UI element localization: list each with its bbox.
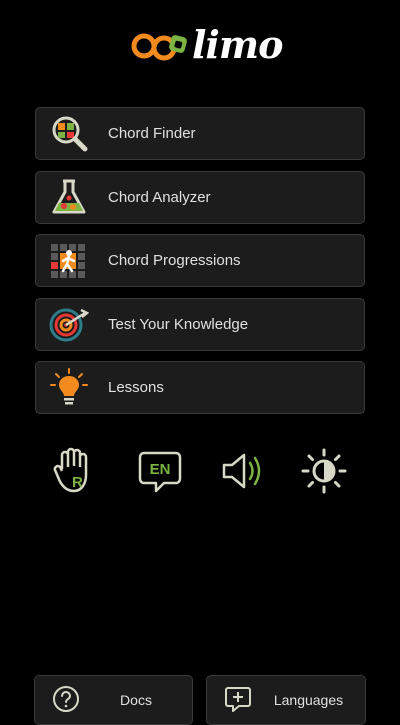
flask-icon <box>52 179 86 214</box>
hand-right-icon: R <box>53 447 88 493</box>
languages-label: Languages <box>273 692 344 708</box>
question-icon <box>53 686 79 712</box>
lessons-label: Lessons <box>108 379 164 396</box>
main-menu: Chord Finder Chord Analyzer Chord Progre… <box>35 107 365 425</box>
sound-toggle-button[interactable] <box>218 447 266 495</box>
progression-grid-icon <box>51 243 85 278</box>
theme-toggle-button[interactable] <box>300 447 348 495</box>
language-button[interactable]: EN <box>136 447 184 495</box>
chord-analyzer-label: Chord Analyzer <box>108 188 211 206</box>
speaker-icon <box>222 453 261 489</box>
languages-button[interactable]: Languages <box>206 675 366 725</box>
lightbulb-icon <box>50 367 88 404</box>
test-knowledge-button[interactable]: Test Your Knowledge <box>35 297 365 351</box>
brightness-icon <box>301 448 347 494</box>
tool-bar: R EN <box>0 447 400 497</box>
chord-finder-icon <box>52 116 88 151</box>
lessons-button[interactable]: Lessons <box>35 361 365 414</box>
language-icon: EN <box>138 451 182 493</box>
speech-plus-icon <box>225 687 251 712</box>
test-knowledge-label: Test Your Knowledge <box>108 315 249 333</box>
app-logo: limo <box>130 20 283 70</box>
chord-analyzer-button[interactable]: Chord Analyzer <box>35 170 365 224</box>
logo-text: limo <box>192 22 283 67</box>
hand-letter: R <box>72 474 83 491</box>
chord-finder-button[interactable]: Chord Finder <box>35 107 365 160</box>
chord-finder-label: Chord Finder <box>108 125 196 142</box>
chord-progressions-label: Chord Progressions <box>108 252 241 269</box>
language-code: EN <box>150 461 171 478</box>
chord-progressions-button[interactable]: Chord Progressions <box>35 234 365 287</box>
docs-label: Docs <box>120 692 152 708</box>
hand-toggle-button[interactable]: R <box>52 447 100 495</box>
docs-button[interactable]: Docs <box>34 675 193 725</box>
logo-rings-icon <box>131 33 187 61</box>
target-icon <box>49 308 89 342</box>
